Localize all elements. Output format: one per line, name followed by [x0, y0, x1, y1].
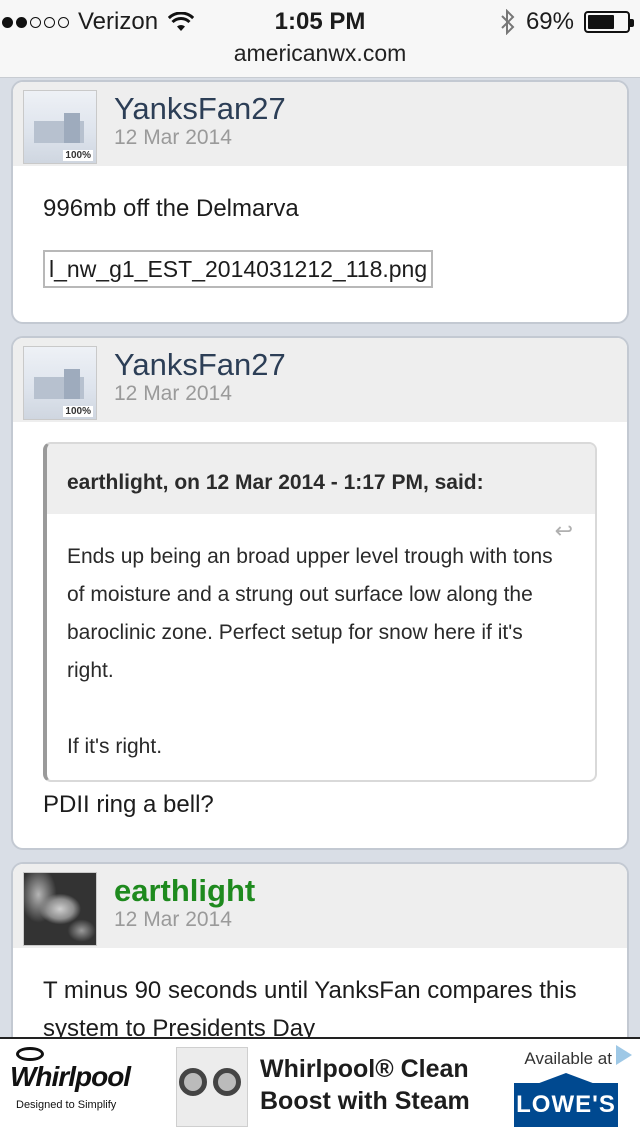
post-date: 12 Mar 2014: [114, 908, 232, 931]
avatar[interactable]: [23, 872, 97, 946]
post-username[interactable]: earthlight: [114, 873, 255, 909]
quote-paragraph: If it's right.: [67, 735, 163, 758]
ad-available-text: Available at: [524, 1049, 612, 1068]
ad-headline-line: Whirlpool® Clean: [260, 1055, 469, 1083]
post-card: 100% YanksFan27 12 Mar 2014 996mb off th…: [11, 80, 629, 324]
battery-fill: [588, 15, 615, 29]
avatar[interactable]: 100%: [23, 90, 97, 164]
post-text: PDII ring a bell?: [43, 791, 214, 818]
post-username[interactable]: YanksFan27: [114, 347, 286, 383]
avatar-badge: 100%: [63, 406, 93, 417]
post-date: 12 Mar 2014: [114, 126, 232, 149]
battery-percent: 69%: [525, 8, 574, 35]
quote-paragraph: Ends up being an broad upper level troug…: [67, 545, 553, 682]
avatar[interactable]: 100%: [23, 346, 97, 420]
post-header: 100% YanksFan27 12 Mar 2014: [13, 338, 627, 422]
post-card: earthlight 12 Mar 2014 T minus 90 second…: [11, 862, 629, 1062]
post-body: 996mb off the Delmarva l_nw_g1_EST_20140…: [13, 166, 627, 289]
url-bar[interactable]: americanwx.com: [0, 40, 640, 78]
quote-block: earthlight, on 12 Mar 2014 - 1:17 PM, sa…: [43, 442, 597, 782]
ad-headline[interactable]: Whirlpool® Clean Boost with Steam: [260, 1053, 470, 1117]
ad-choices-icon[interactable]: [616, 1045, 632, 1065]
ad-banner[interactable]: Whirlpool Designed to Simplify Whirlpool…: [0, 1037, 640, 1136]
whirlpool-logo[interactable]: Whirlpool Designed to Simplify: [10, 1047, 160, 1111]
washer-dryer-image: [176, 1047, 248, 1127]
status-right: 69%: [500, 8, 634, 36]
post-body: earthlight, on 12 Mar 2014 - 1:17 PM, sa…: [13, 422, 627, 824]
ad-tagline: Designed to Simplify: [16, 1099, 117, 1111]
quote-return-icon[interactable]: ↩: [555, 512, 573, 550]
url-text[interactable]: americanwx.com: [234, 40, 407, 66]
ad-brand: Whirlpool: [10, 1061, 131, 1092]
quote-body: Ends up being an broad upper level troug…: [47, 514, 595, 780]
bluetooth-icon: [501, 9, 515, 35]
quote-header: earthlight, on 12 Mar 2014 - 1:17 PM, sa…: [47, 444, 595, 514]
avatar-badge: 100%: [63, 150, 93, 161]
post-text: 996mb off the Delmarva: [43, 195, 299, 222]
battery-icon: [584, 11, 634, 33]
ad-headline-line: Boost with Steam: [260, 1087, 470, 1115]
attachment-link[interactable]: l_nw_g1_EST_2014031212_118.png: [43, 250, 434, 288]
post-header: 100% YanksFan27 12 Mar 2014: [13, 82, 627, 166]
post-body: T minus 90 seconds until YanksFan compar…: [13, 948, 627, 1048]
lowes-logo[interactable]: LOWE'S: [514, 1083, 618, 1127]
status-bar: Verizon 1:05 PM 69%: [0, 0, 640, 40]
post-header: earthlight 12 Mar 2014: [13, 864, 627, 948]
post-username[interactable]: YanksFan27: [114, 91, 286, 127]
post-date: 12 Mar 2014: [114, 382, 232, 405]
post-card: 100% YanksFan27 12 Mar 2014 earthlight, …: [11, 336, 629, 850]
